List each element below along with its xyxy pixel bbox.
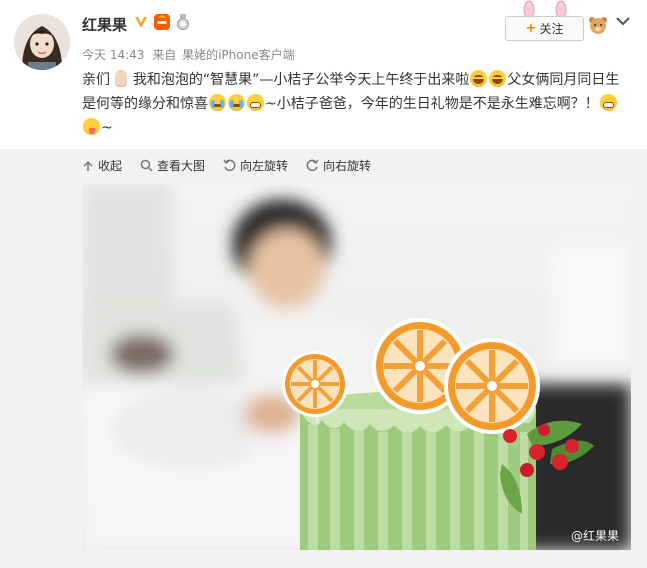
cry-emoji-icon	[209, 94, 226, 111]
collapse-label: 收起	[98, 159, 123, 173]
rotate-right-label: 向右旋转	[323, 159, 372, 173]
plus-icon: +	[525, 21, 537, 36]
grin-emoji-icon	[599, 94, 617, 111]
post-text-part-2: 我和泡泡的“智慧果”—小桔子公举今天上午终于出来啦	[132, 72, 470, 88]
collapse-button[interactable]: 收起	[82, 157, 122, 174]
laugh-emoji-icon	[489, 70, 507, 87]
post-text-part-1: 亲们	[82, 72, 110, 88]
v-badge-icon[interactable]	[133, 14, 149, 30]
view-large-label: 查看大图	[157, 159, 206, 173]
post-text-part-5: ~	[101, 120, 113, 136]
image-watermark: @红果果	[570, 529, 619, 543]
rotate-left-icon	[223, 159, 236, 172]
rotate-right-button[interactable]: 向右旋转	[306, 157, 371, 174]
medal-icon[interactable]	[175, 14, 191, 30]
vip-badge-icon[interactable]	[154, 14, 170, 30]
pray-emoji-icon	[115, 70, 128, 87]
laugh-emoji-icon	[470, 70, 488, 87]
tongue-emoji-icon	[83, 118, 100, 135]
rotate-left-button[interactable]: 向左旋转	[223, 157, 288, 174]
post-text: 亲们 我和泡泡的“智慧果”—小桔子公举今天上午终于出来啦 父女俩同月同日生是何等的…	[82, 68, 622, 140]
follow-button[interactable]: + 关注	[505, 16, 584, 41]
user-badges	[133, 14, 191, 30]
username[interactable]: 红果果	[82, 14, 127, 35]
post-source[interactable]: 果姥的iPhone客户端	[182, 48, 295, 62]
arrow-up-icon	[83, 160, 93, 171]
post-time[interactable]: 今天 14:43	[82, 48, 144, 62]
source-prefix: 来自	[152, 48, 177, 62]
follow-label: 关注	[539, 22, 564, 36]
magnifier-icon	[140, 159, 153, 172]
rotate-right-icon	[306, 159, 319, 172]
bear-sticker-icon	[588, 14, 608, 40]
post-meta: 今天 14:43 来自 果姥的iPhone客户端	[82, 46, 295, 63]
rotate-left-label: 向左旋转	[240, 159, 289, 173]
chevron-down-icon[interactable]	[614, 12, 632, 34]
view-large-button[interactable]: 查看大图	[140, 157, 205, 174]
grin-emoji-icon	[247, 94, 264, 111]
post-text-part-4: ~小桔子爸爸，今年的生日礼物是不是永生难忘啊？！	[265, 96, 599, 112]
cry-emoji-icon	[228, 94, 245, 111]
post-photo[interactable]: @红果果	[82, 184, 631, 550]
image-toolbar: 收起 查看大图 向左旋转 向右旋转	[82, 157, 371, 174]
photo-cake-orange	[82, 184, 631, 550]
avatar[interactable]	[14, 14, 70, 70]
